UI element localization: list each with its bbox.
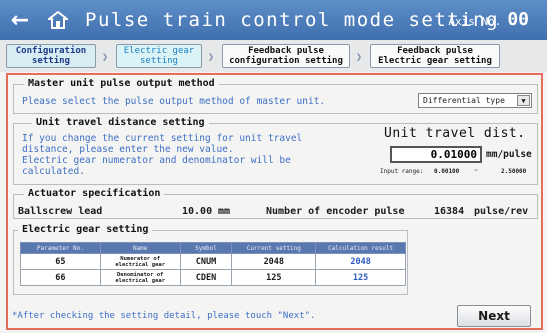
encoder-pulse-unit: pulse/rev bbox=[474, 206, 529, 217]
next-button[interactable]: Next bbox=[457, 305, 531, 327]
param-name: Numerator of electrical gear bbox=[99, 253, 181, 270]
column-header: Symbol bbox=[179, 242, 233, 254]
chevron-right-icon: ❯ bbox=[356, 52, 363, 63]
param-calc: 125 bbox=[315, 269, 406, 286]
column-header: Name bbox=[99, 242, 181, 254]
ballscrew-unit: mm bbox=[218, 206, 231, 217]
chevron-right-icon: ❯ bbox=[208, 52, 215, 63]
table-row: 66 Denominator of electrical gear CDEN 12… bbox=[20, 269, 406, 286]
param-no: 66 bbox=[20, 269, 101, 286]
step-label: configuration setting bbox=[229, 56, 343, 66]
param-name-line: electrical gear bbox=[115, 277, 166, 284]
param-symbol: CDEN bbox=[179, 269, 233, 286]
step-navigation: Configuration setting ❯ Electric gear sett… bbox=[0, 40, 547, 72]
table-header-row: Parameter No. Name Symbol Current settin… bbox=[20, 242, 406, 254]
axis-indicator: Axis No. 00 bbox=[448, 9, 529, 30]
back-arrow-icon[interactable]: ← bbox=[5, 5, 35, 35]
note-line: If you change the current setting for un… bbox=[22, 133, 303, 144]
output-method-select[interactable]: Differential type ▼ bbox=[418, 93, 532, 108]
input-range-label: Input range: bbox=[380, 168, 424, 175]
step-electric-gear-setting[interactable]: Electric gear setting bbox=[116, 44, 202, 68]
param-name: Denominator of electrical gear bbox=[99, 269, 181, 286]
param-no: 65 bbox=[20, 253, 101, 270]
table-row: 65 Numerator of electrical gear CNUM 2048… bbox=[20, 253, 406, 270]
note-line: Electric gear numerator and denominator … bbox=[22, 155, 291, 166]
column-header: Parameter No. bbox=[20, 242, 101, 254]
electric-gear-table: Parameter No. Name Symbol Current settin… bbox=[20, 242, 406, 286]
home-icon[interactable] bbox=[43, 5, 73, 35]
step-feedback-pulse-configuration[interactable]: Feedback pulse configuration setting bbox=[222, 44, 350, 68]
master-output-title: Master unit pulse output method bbox=[24, 78, 219, 89]
step-label: setting bbox=[140, 56, 178, 66]
step-label: setting bbox=[32, 56, 70, 66]
settings-panel: Master unit pulse output method Please s… bbox=[6, 73, 543, 330]
axis-label: Axis No. bbox=[448, 15, 502, 28]
travel-distance-title: Unit travel distance setting bbox=[32, 117, 209, 128]
input-range-max: 2.50000 bbox=[501, 168, 527, 175]
unit-travel-unit: mm/pulse bbox=[486, 149, 532, 160]
param-current: 2048 bbox=[231, 253, 317, 270]
step-feedback-pulse-electric-gear[interactable]: Feedback pulse Electric gear setting bbox=[370, 44, 500, 68]
step-label: Feedback pulse bbox=[397, 46, 473, 56]
output-method-value: Differential type bbox=[423, 96, 505, 105]
column-header: Calculation result bbox=[315, 242, 406, 254]
note-line: distance, please enter the new value. bbox=[22, 144, 234, 155]
actuator-spec-title: Actuator specification bbox=[24, 188, 165, 199]
travel-distance-note: If you change the current setting for un… bbox=[22, 133, 302, 177]
unit-travel-label: Unit travel dist. bbox=[384, 126, 526, 141]
electric-gear-group: Electric gear setting Parameter No. Name… bbox=[13, 224, 408, 295]
encoder-pulse-value: 16384 bbox=[434, 206, 465, 217]
chevron-down-icon[interactable]: ▼ bbox=[517, 95, 530, 106]
step-configuration-setting[interactable]: Configuration setting bbox=[6, 44, 96, 68]
travel-distance-group: Unit travel distance setting If you chan… bbox=[13, 117, 538, 185]
step-label: Electric gear bbox=[123, 46, 195, 56]
param-calc: 2048 bbox=[315, 253, 406, 270]
chevron-right-icon: ❯ bbox=[102, 52, 109, 63]
step-label: Configuration bbox=[15, 46, 87, 56]
ballscrew-label: Ballscrew lead bbox=[18, 206, 103, 217]
encoder-pulse-label: Number of encoder pulse bbox=[266, 206, 405, 217]
param-current: 125 bbox=[231, 269, 317, 286]
footer-note: *After checking the setting detail, plea… bbox=[12, 311, 316, 321]
param-symbol: CNUM bbox=[179, 253, 233, 270]
input-range-min: 0.00100 bbox=[434, 168, 460, 175]
electric-gear-title: Electric gear setting bbox=[18, 224, 153, 235]
master-output-note: Please select the pulse output method of… bbox=[22, 96, 326, 107]
ballscrew-value: 10.00 bbox=[182, 206, 213, 217]
param-name-line: electrical gear bbox=[115, 261, 166, 268]
actuator-spec-group: Actuator specification Ballscrew lead 10… bbox=[13, 188, 538, 219]
column-header: Current setting bbox=[231, 242, 317, 254]
step-label: Electric gear setting bbox=[378, 56, 492, 66]
screen: ← Pulse train control mode setting Axis … bbox=[0, 0, 547, 333]
note-line: calculated. bbox=[22, 166, 85, 177]
page-title: Pulse train control mode setting bbox=[85, 9, 500, 31]
title-bar: ← Pulse train control mode setting Axis … bbox=[0, 0, 547, 40]
axis-number: 00 bbox=[507, 9, 529, 30]
master-output-group: Master unit pulse output method Please s… bbox=[13, 78, 538, 114]
input-range-separator: ~ bbox=[474, 167, 478, 174]
unit-travel-input[interactable]: 0.01000 bbox=[390, 146, 482, 163]
step-label: Feedback pulse bbox=[248, 46, 324, 56]
